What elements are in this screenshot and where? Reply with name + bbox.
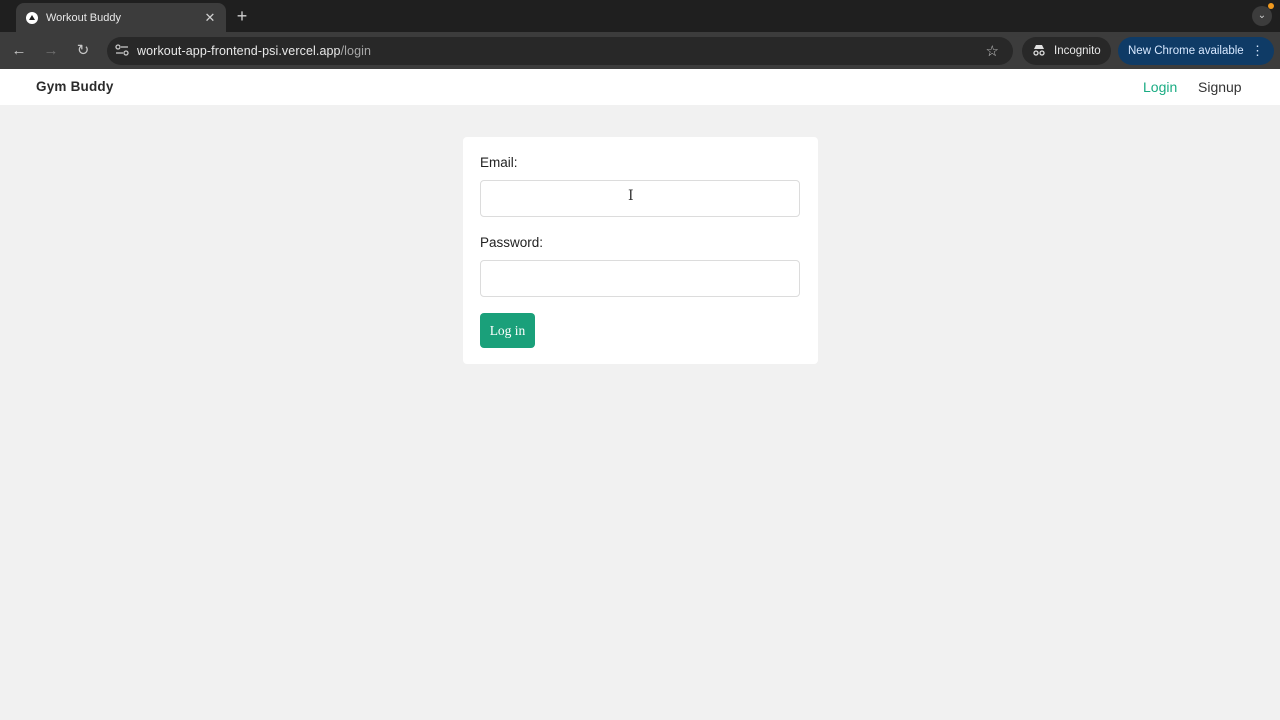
site-navbar: Gym Buddy Login Signup <box>0 69 1280 105</box>
close-tab-icon[interactable]: ✕ <box>202 10 218 26</box>
tab-title: Workout Buddy <box>46 11 122 24</box>
password-field[interactable] <box>480 260 800 297</box>
notification-dot <box>1268 3 1274 9</box>
email-field[interactable]: I <box>480 180 800 217</box>
site-favicon-icon <box>26 11 38 24</box>
browser-menu-icon[interactable]: ⋮ <box>1251 43 1264 59</box>
nav-signup-link[interactable]: Signup <box>1198 79 1242 95</box>
address-bar[interactable]: workout-app-frontend-psi.vercel.app/logi… <box>107 37 1013 65</box>
text-cursor-icon: I <box>628 188 634 204</box>
incognito-label: Incognito <box>1054 45 1101 57</box>
incognito-icon <box>1032 44 1046 59</box>
login-button[interactable]: Log in <box>480 313 535 348</box>
chrome-update-label: New Chrome available <box>1128 45 1244 57</box>
reload-button[interactable]: ↻ <box>73 41 93 61</box>
site-info-icon[interactable] <box>107 43 137 59</box>
password-label: Password: <box>480 235 544 250</box>
bookmark-star-icon[interactable]: ☆ <box>986 42 999 60</box>
browser-toolbar: ← → ↻ workout-app-frontend-psi.vercel.ap… <box>0 32 1280 69</box>
forward-button[interactable]: → <box>41 41 61 61</box>
login-form: Email: I Password: Log in <box>463 137 818 364</box>
new-tab-button[interactable]: + <box>234 6 250 26</box>
browser-tabstrip: Workout Buddy ✕ + ⌄ <box>0 0 1280 32</box>
brand-logo-text[interactable]: Gym Buddy <box>36 79 114 94</box>
email-label: Email: <box>480 155 518 170</box>
tab-search-button[interactable]: ⌄ <box>1252 6 1272 26</box>
browser-tab[interactable]: Workout Buddy ✕ <box>16 3 226 32</box>
url-text: workout-app-frontend-psi.vercel.app/logi… <box>137 44 371 58</box>
chrome-update-button[interactable]: New Chrome available ⋮ <box>1118 37 1274 65</box>
url-path: /login <box>340 44 372 58</box>
incognito-indicator[interactable]: Incognito <box>1022 37 1111 65</box>
nav-login-link[interactable]: Login <box>1143 79 1177 95</box>
back-button[interactable]: ← <box>9 41 29 61</box>
url-host: workout-app-frontend-psi.vercel.app <box>137 44 341 58</box>
